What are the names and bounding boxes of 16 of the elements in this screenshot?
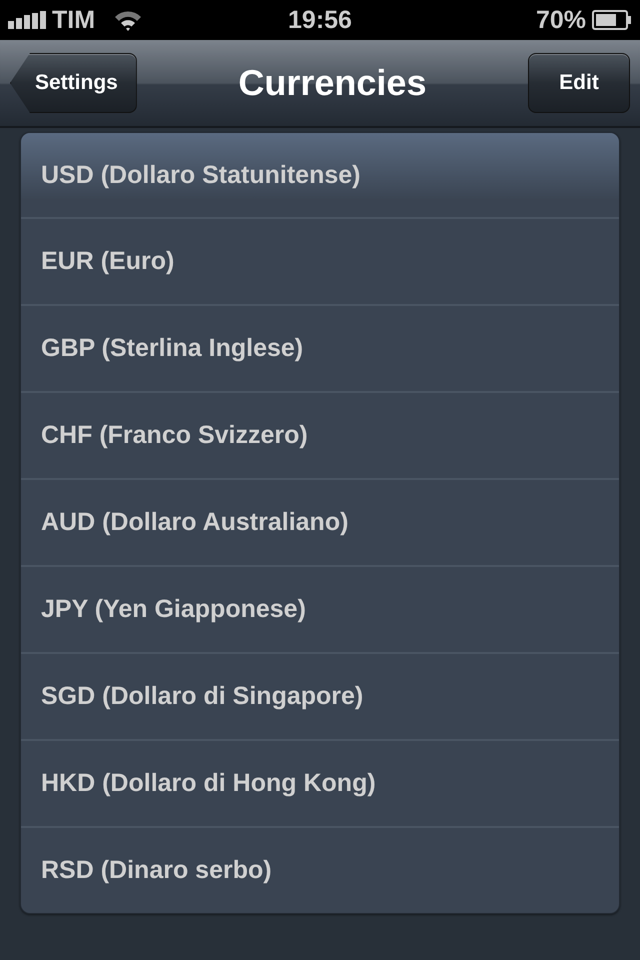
currency-row[interactable]: AUD (Dollaro Australiano)	[21, 478, 619, 565]
battery-percent: 70%	[536, 6, 586, 34]
currency-row[interactable]: RSD (Dinaro serbo)	[21, 826, 619, 913]
edit-button[interactable]: Edit	[528, 53, 630, 113]
signal-icon	[8, 11, 46, 29]
clock-time: 19:56	[287, 6, 353, 34]
currency-row[interactable]: EUR (Euro)	[21, 217, 619, 304]
currency-row[interactable]: GBP (Sterlina Inglese)	[21, 304, 619, 391]
back-button[interactable]: Settings	[10, 53, 137, 113]
battery-icon	[592, 10, 632, 30]
currency-row[interactable]: CHF (Franco Svizzero)	[21, 391, 619, 478]
currency-row[interactable]: HKD (Dollaro di Hong Kong)	[21, 739, 619, 826]
screen-title: Currencies	[238, 62, 426, 104]
carrier-name: TIM	[52, 6, 96, 34]
currency-row[interactable]: SGD (Dollaro di Singapore)	[21, 652, 619, 739]
currency-row[interactable]: JPY (Yen Giapponese)	[21, 565, 619, 652]
